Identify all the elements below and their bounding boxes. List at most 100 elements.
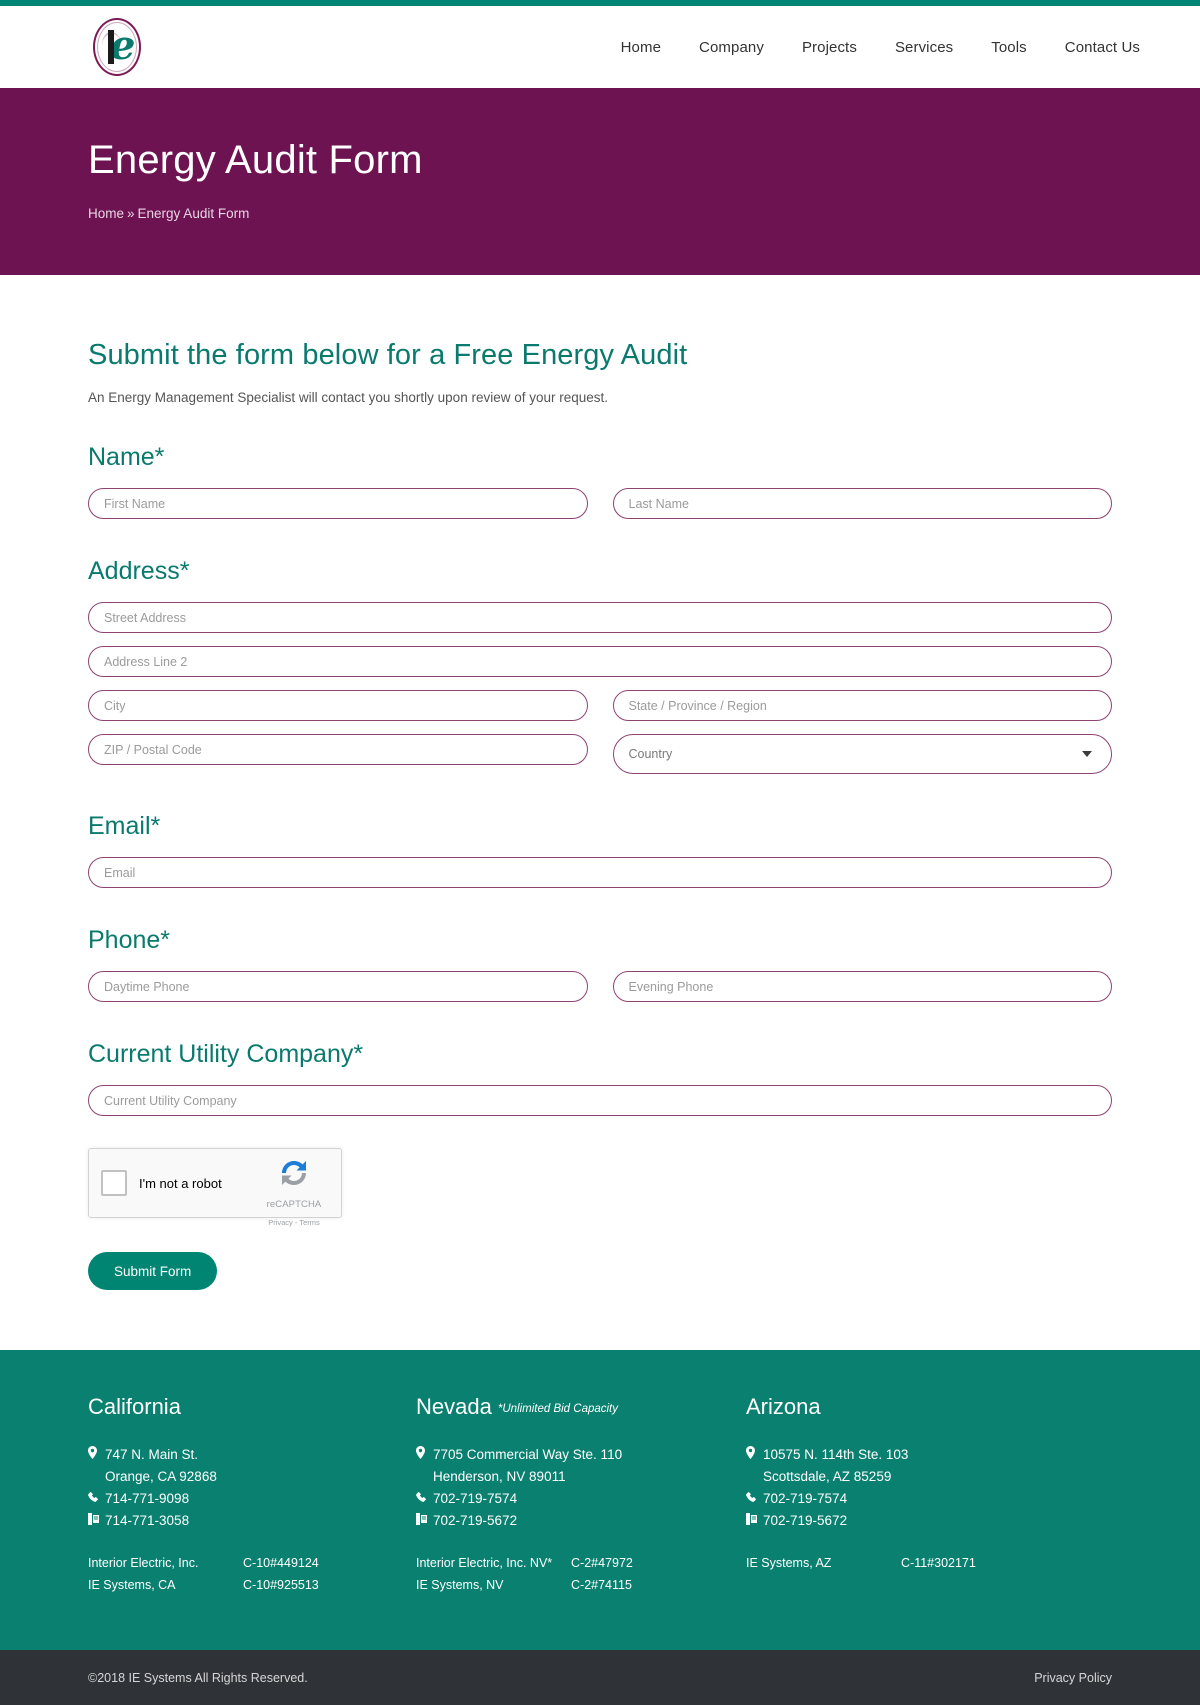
phone-row [88,971,1112,1002]
license-name: IE Systems, AZ [746,1556,832,1570]
address-line2-row [88,646,1112,677]
map-pin-icon [746,1444,763,1466]
recaptcha-label: I'm not a robot [139,1175,222,1191]
footer-column-arizona: Arizona 10575 N. 114th Ste. 103 Scottsda… [746,1394,1112,1596]
form-intro-text: An Energy Management Specialist will con… [88,390,609,405]
field-group-phone: Phone* [88,926,1112,1002]
zip-postal-code-input[interactable] [88,734,588,765]
nav-item-home[interactable]: Home [602,39,680,56]
footer-title-nevada: Nevada *Unlimited Bid Capacity [416,1394,726,1420]
label-current-utility-company: Current Utility Company* [88,1040,364,1068]
state-province-region-input[interactable] [612,690,1112,721]
footer-address-text: 747 N. Main St. [105,1447,199,1462]
first-name-input[interactable] [88,488,588,519]
country-select[interactable]: Country [612,734,1112,774]
footer-address-line-2: Orange, CA 92868 [88,1466,396,1488]
phone-icon [746,1488,763,1510]
breadcrumb-link-home[interactable]: Home [88,206,124,221]
name-row [88,488,1112,519]
page-title: Energy Audit Form [88,138,423,182]
footer-address-text: Scottsdale, AZ 85259 [763,1469,892,1484]
privacy-policy-link[interactable]: Privacy Policy [1034,1671,1112,1685]
recaptcha-terms[interactable]: Privacy - Terms [268,1218,320,1227]
footer-address-line-2: Scottsdale, AZ 85259 [746,1466,1092,1488]
footer-column-nevada: Nevada *Unlimited Bid Capacity 7705 Comme… [416,1394,746,1596]
label-address: Address* [88,557,190,585]
recaptcha-checkbox[interactable] [101,1170,127,1196]
breadcrumb: Home» Energy Audit Form [88,206,1112,221]
footer-state-name: California [88,1394,181,1419]
site-logo[interactable]: e [88,16,146,78]
bottom-bar: ©2018 IE Systems All Rights Reserved. Pr… [0,1650,1200,1705]
footer-address-line-1: 7705 Commercial Way Ste. 110 [416,1444,726,1466]
recaptcha-brand-name: reCAPTCHA [266,1199,322,1210]
footer-phone-text: 702-719-7574 [433,1491,518,1506]
fax-icon [416,1510,433,1532]
footer-fax-text: 702-719-5672 [433,1513,518,1528]
field-group-address: Address* Co [88,557,1112,774]
site-header: e Home Company Projects Services Tools C… [0,6,1200,88]
label-name: Name* [88,443,165,471]
recaptcha-icon [277,1161,311,1193]
license-number: C-2#47972 [571,1556,633,1570]
footer-license-row: IE Systems, AZ C-11#302171 [746,1552,1092,1574]
footer-state-name: Nevada [416,1394,492,1419]
evening-phone-input[interactable] [612,971,1112,1002]
nav-item-tools[interactable]: Tools [972,39,1046,56]
nav-item-contact-us[interactable]: Contact Us [1046,39,1140,56]
daytime-phone-input[interactable] [88,971,588,1002]
nav-item-company[interactable]: Company [680,39,783,56]
fax-icon [88,1510,105,1532]
footer-license-row: IE Systems, NV C-2#74115 [416,1574,726,1596]
street-row [88,602,1112,633]
label-phone: Phone* [88,926,171,954]
license-name: IE Systems, NV [416,1578,504,1592]
license-number: C-10#925513 [243,1578,319,1592]
footer-license-row: IE Systems, CA C-10#925513 [88,1574,396,1596]
license-number: C-2#74115 [571,1578,632,1592]
nav-item-services[interactable]: Services [876,39,972,56]
current-utility-company-input[interactable] [88,1085,1112,1116]
footer-fax-line: 702-719-5672 [416,1510,726,1532]
footer-address-line-1: 10575 N. 114th Ste. 103 [746,1444,1092,1466]
footer-address-text: 10575 N. 114th Ste. 103 [763,1447,909,1462]
license-name: Interior Electric, Inc. NV* [416,1556,553,1570]
footer-address-line-2: Henderson, NV 89011 [416,1466,726,1488]
footer-address-line-1: 747 N. Main St. [88,1444,396,1466]
footer-address-text: Henderson, NV 89011 [433,1469,566,1484]
copyright-text: ©2018 IE Systems All Rights Reserved. [88,1670,308,1685]
recaptcha-widget[interactable]: I'm not a robot reCAPTCHA Privacy - Term… [88,1148,342,1227]
phone-icon [416,1488,433,1510]
breadcrumb-separator: » [127,206,135,221]
footer-phone-text: 714-771-9098 [105,1491,190,1506]
last-name-input[interactable] [612,488,1112,519]
footer-fax-line: 702-719-5672 [746,1510,1092,1532]
site-footer: California 747 N. Main St. Orange, CA 92… [0,1350,1200,1650]
footer-state-note: *Unlimited Bid Capacity [497,1403,619,1415]
email-row [88,857,1112,888]
country-select-wrapper: Country [612,734,1112,774]
main-content: Submit the form below for a Free Energy … [0,275,1200,1350]
utility-row [88,1085,1112,1116]
breadcrumb-current: Energy Audit Form [137,206,250,221]
page-banner: Energy Audit Form Home» Energy Audit Form [0,88,1200,275]
footer-license-row: Interior Electric, Inc. C-10#449124 [88,1552,396,1574]
license-number: C-11#302171 [901,1556,976,1570]
footer-phone-line: 714-771-9098 [88,1488,396,1510]
address-line-2-input[interactable] [88,646,1112,677]
field-group-name: Name* [88,443,1112,519]
map-pin-icon [416,1444,433,1466]
nav-item-projects[interactable]: Projects [783,39,876,56]
submit-form-button[interactable]: Submit Form [88,1252,218,1290]
license-name: IE Systems, CA [88,1578,176,1592]
map-pin-icon [88,1444,105,1466]
form-heading: Submit the form below for a Free Energy … [88,339,688,371]
city-input[interactable] [88,690,588,721]
phone-icon [88,1488,105,1510]
license-number: C-10#449124 [243,1556,319,1570]
field-group-utility-company: Current Utility Company* [88,1040,1112,1116]
footer-fax-text: 702-719-5672 [763,1513,848,1528]
street-address-input[interactable] [88,602,1112,633]
field-group-email: Email* [88,812,1112,888]
email-input[interactable] [88,857,1112,888]
